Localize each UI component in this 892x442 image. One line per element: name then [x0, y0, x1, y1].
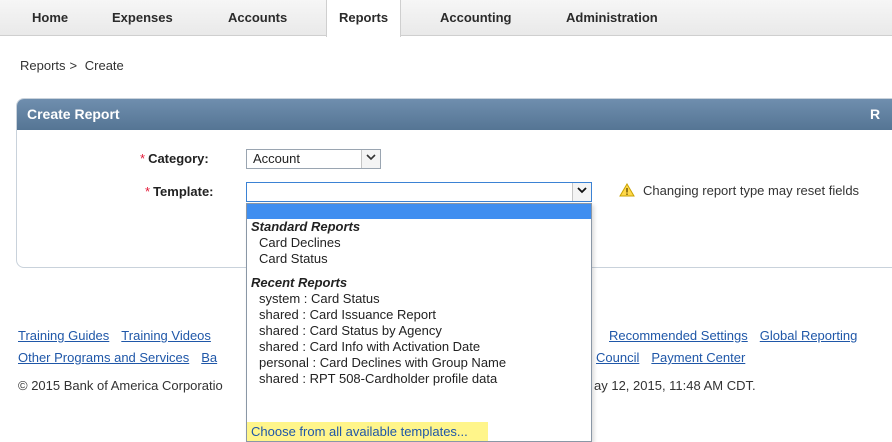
- copyright-right: ay 12, 2015, 11:48 AM CDT.: [594, 378, 756, 393]
- template-label-text: Template:: [153, 184, 214, 199]
- option-card-status[interactable]: Card Status: [247, 251, 591, 267]
- required-marker: *: [145, 184, 151, 199]
- tab-accounting[interactable]: Accounting: [428, 0, 524, 36]
- footer-link-other-programs[interactable]: Other Programs and Services: [18, 350, 189, 365]
- template-select[interactable]: [246, 182, 592, 202]
- option-group-recent: Recent Reports: [251, 275, 348, 290]
- footer-link-training-guides[interactable]: Training Guides: [18, 328, 109, 343]
- category-select[interactable]: Account: [246, 149, 381, 169]
- choose-all-templates-option[interactable]: Choose from all available templates...: [247, 422, 488, 441]
- selected-empty-option[interactable]: [247, 204, 591, 219]
- tab-reports[interactable]: Reports: [326, 0, 402, 37]
- breadcrumb-parent[interactable]: Reports: [20, 58, 66, 73]
- tab-home[interactable]: Home: [20, 0, 80, 36]
- footer-link-recommended-settings[interactable]: Recommended Settings: [609, 328, 748, 343]
- option-recent-3[interactable]: shared : Card Status by Agency: [247, 323, 591, 339]
- footer-link-global-reporting[interactable]: Global Reporting: [760, 328, 858, 343]
- option-recent-1[interactable]: system : Card Status: [247, 291, 591, 307]
- option-group-standard: Standard Reports: [251, 219, 361, 234]
- breadcrumb: Reports > Create: [20, 58, 128, 73]
- warning-message: Changing report type may reset fields: [619, 183, 859, 198]
- option-recent-6[interactable]: shared : RPT 508-Cardholder profile data: [247, 371, 591, 387]
- template-label: * Template:: [145, 184, 214, 199]
- option-card-declines[interactable]: Card Declines: [247, 235, 591, 251]
- option-recent-5[interactable]: personal : Card Declines with Group Name: [247, 355, 591, 371]
- category-value: Account: [253, 151, 300, 166]
- tab-administration[interactable]: Administration: [554, 0, 670, 36]
- panel-header-right: R: [870, 106, 881, 122]
- required-marker: *: [140, 151, 146, 166]
- category-label-text: Category:: [148, 151, 209, 166]
- template-dropdown-list: Standard Reports Card Declines Card Stat…: [246, 203, 592, 442]
- warning-text: Changing report type may reset fields: [643, 183, 860, 198]
- chevron-down-icon: [361, 150, 380, 168]
- footer-links-row1-right: Recommended Settings Global Reporting: [609, 328, 869, 343]
- tab-accounts[interactable]: Accounts: [216, 0, 299, 36]
- option-recent-2[interactable]: shared : Card Issuance Report: [247, 307, 591, 323]
- warning-icon: [619, 183, 635, 197]
- chevron-down-icon: [572, 183, 591, 201]
- footer-link-training-videos[interactable]: Training Videos: [121, 328, 211, 343]
- footer-link-payment-center[interactable]: Payment Center: [651, 350, 745, 365]
- tab-expenses[interactable]: Expenses: [100, 0, 185, 36]
- footer-link-council[interactable]: Council: [596, 350, 639, 365]
- category-label: * Category:: [140, 151, 209, 166]
- panel-header: Create Report R: [17, 99, 892, 130]
- footer-links-row2: Other Programs and Services Ba: [18, 350, 229, 365]
- panel-title: Create Report: [27, 106, 120, 122]
- footer-links-row2-right: Council Payment Center: [596, 350, 757, 365]
- option-recent-4[interactable]: shared : Card Info with Activation Date: [247, 339, 591, 355]
- copyright-left: © 2015 Bank of America Corporatio: [18, 378, 223, 393]
- top-nav: Home Expenses Accounts Reports Accountin…: [0, 0, 892, 37]
- footer-links-row1: Training Guides Training Videos: [18, 328, 223, 343]
- breadcrumb-separator: >: [69, 58, 78, 73]
- footer-link-ba[interactable]: Ba: [201, 350, 217, 365]
- breadcrumb-current: Create: [84, 58, 124, 73]
